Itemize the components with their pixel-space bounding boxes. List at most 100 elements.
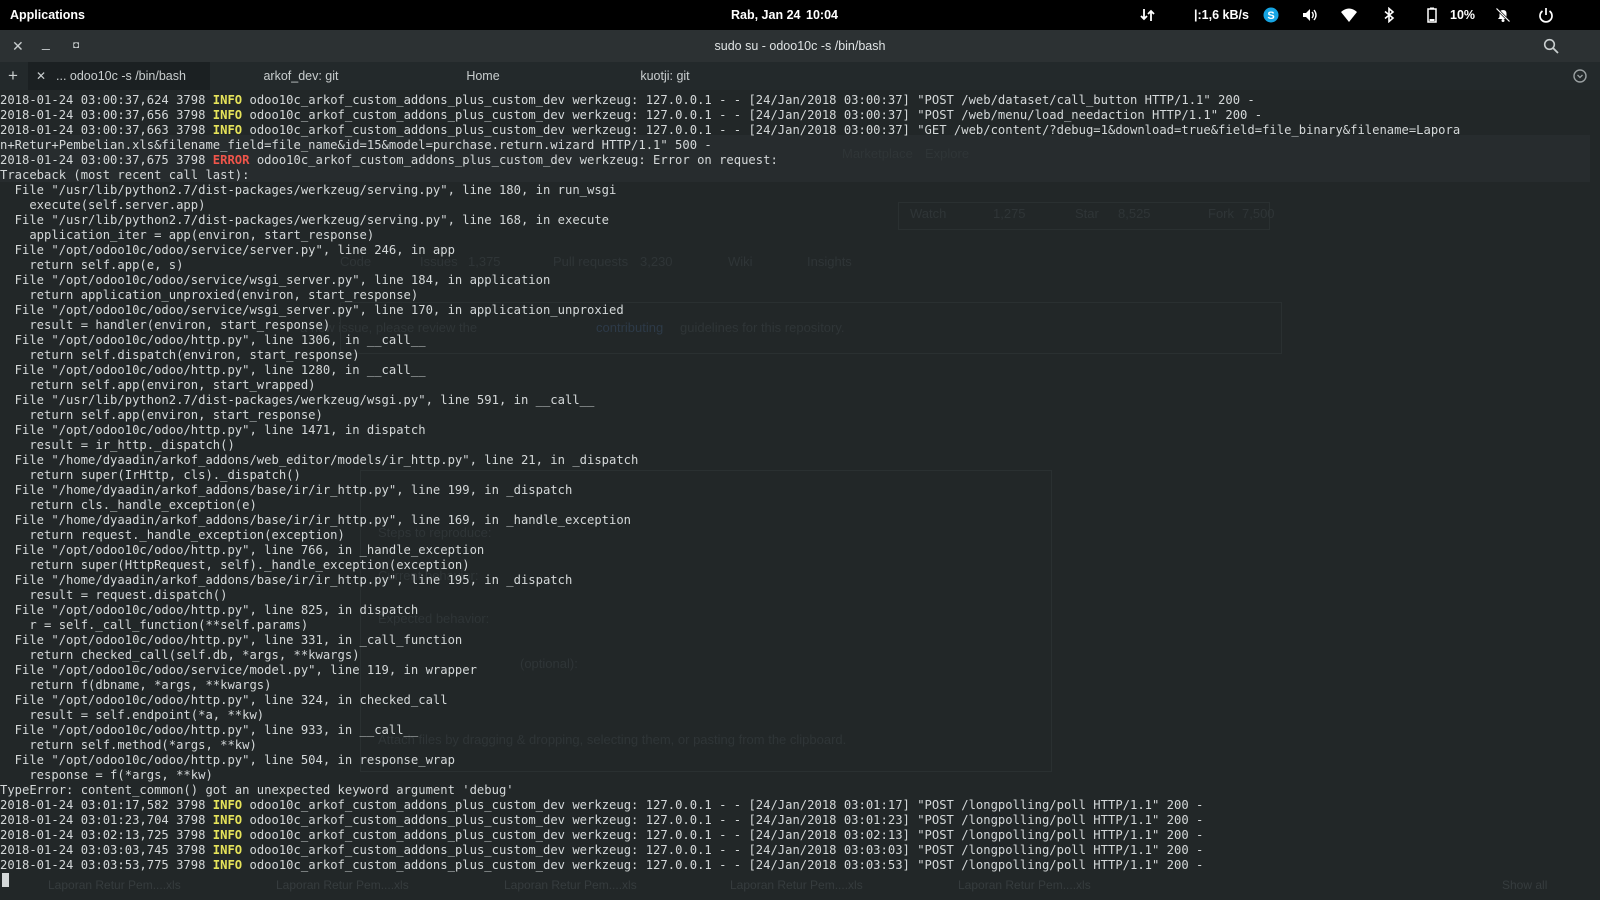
log-text: Traceback (most recent call last): [0, 168, 250, 182]
log-level: INFO [212, 828, 243, 842]
log-level: INFO [212, 123, 243, 137]
log-text: return request._handle_exception(excepti… [0, 528, 345, 542]
download-item: Laporan Retur Pem....xls [730, 878, 863, 892]
log-message: odoo10c_arkof_custom_addons_plus_custom_… [242, 108, 1263, 122]
log-text: File "/opt/odoo10c/odoo/http.py", line 1… [0, 363, 426, 377]
log-text: return application_unproxied(environ, st… [0, 288, 419, 302]
download-item: Laporan Retur Pem....xls [504, 878, 637, 892]
log-line: application_iter = app(environ, start_re… [0, 228, 1600, 243]
terminal-window-header: ✕ _ ◘ sudo su - odoo10c -s /bin/bash [0, 30, 1600, 62]
log-line: File "/opt/odoo10c/odoo/http.py", line 5… [0, 753, 1600, 768]
log-text: File "/opt/odoo10c/odoo/http.py", line 1… [0, 423, 426, 437]
tab-arkof-dev-git[interactable]: arkof_dev: git [210, 62, 392, 90]
log-text: File "/opt/odoo10c/odoo/service/wsgi_ser… [0, 273, 551, 287]
terminal-log: 2018-01-24 03:00:37,624 3798 INFO odoo10… [0, 93, 1600, 873]
network-speed: |:1,6 kB/s [1194, 8, 1249, 22]
log-line: File "/opt/odoo10c/odoo/http.py", line 1… [0, 363, 1600, 378]
log-line: File "/opt/odoo10c/odoo/http.py", line 3… [0, 693, 1600, 708]
log-line: return self.app(environ, start_wrapped) [0, 378, 1600, 393]
log-text: 2018-01-24 03:00:37,663 3798 [0, 123, 213, 137]
log-line: File "/home/dyaadin/arkof_addons/web_edi… [0, 453, 1600, 468]
log-line: return checked_call(self.db, *args, **kw… [0, 648, 1600, 663]
tab-odoo10c-bash[interactable]: ✕ ... odoo10c -s /bin/bash [28, 62, 210, 90]
battery-icon[interactable] [1424, 7, 1440, 23]
terminal-output-area[interactable]: Marketplace Explore Watch 1,275 Star 8,5… [0, 90, 1600, 900]
tab-label: arkof_dev: git [263, 69, 339, 83]
log-message: odoo10c_arkof_custom_addons_plus_custom_… [242, 123, 1461, 137]
log-line: File "/usr/lib/python2.7/dist-packages/w… [0, 393, 1600, 408]
log-message: odoo10c_arkof_custom_addons_plus_custom_… [242, 843, 1204, 857]
log-line: 2018-01-24 03:00:37,656 3798 INFO odoo10… [0, 108, 1600, 123]
notifications-off-icon[interactable] [1495, 7, 1511, 23]
log-text: File "/opt/odoo10c/odoo/http.py", line 5… [0, 753, 455, 767]
log-line: File "/home/dyaadin/arkof_addons/base/ir… [0, 513, 1600, 528]
log-line: File "/usr/lib/python2.7/dist-packages/w… [0, 183, 1600, 198]
log-level: INFO [212, 843, 243, 857]
log-text: File "/home/dyaadin/arkof_addons/base/ir… [0, 573, 573, 587]
power-icon[interactable] [1538, 7, 1554, 23]
log-level: INFO [212, 813, 243, 827]
log-line: 2018-01-24 03:00:37,675 3798 ERROR odoo1… [0, 153, 1600, 168]
tab-label: ... odoo10c -s /bin/bash [56, 69, 186, 83]
log-text: n+Retur+Pembelian.xls&filename_field=fil… [0, 138, 712, 152]
log-line: 2018-01-24 03:00:37,663 3798 INFO odoo10… [0, 123, 1600, 138]
log-text: 2018-01-24 03:01:23,704 3798 [0, 813, 213, 827]
log-line: File "/home/dyaadin/arkof_addons/base/ir… [0, 483, 1600, 498]
log-line: result = self.endpoint(*a, **kw) [0, 708, 1600, 723]
log-level: INFO [212, 108, 243, 122]
tab-home[interactable]: Home [392, 62, 574, 90]
log-text: 2018-01-24 03:01:17,582 3798 [0, 798, 213, 812]
log-text: result = self.endpoint(*a, **kw) [0, 708, 265, 722]
log-line: File "/opt/odoo10c/odoo/http.py", line 8… [0, 603, 1600, 618]
log-line: 2018-01-24 03:00:37,624 3798 INFO odoo10… [0, 93, 1600, 108]
log-line: TypeError: content_common() got an unexp… [0, 783, 1600, 798]
close-tab-icon[interactable]: ✕ [36, 62, 46, 90]
log-text: 2018-01-24 03:03:03,745 3798 [0, 843, 213, 857]
log-message: odoo10c_arkof_custom_addons_plus_custom_… [249, 153, 778, 167]
log-line: return cls._handle_exception(e) [0, 498, 1600, 513]
tab-overview-icon[interactable] [1572, 68, 1588, 84]
log-line: 2018-01-24 03:02:13,725 3798 INFO odoo10… [0, 828, 1600, 843]
clock[interactable]: 10:04 [806, 0, 838, 30]
log-line: File "/opt/odoo10c/odoo/service/server.p… [0, 243, 1600, 258]
log-text: execute(self.server.app) [0, 198, 206, 212]
new-tab-icon[interactable]: + [8, 62, 18, 90]
bluetooth-icon[interactable] [1381, 7, 1397, 23]
log-line: r = self._call_function(**self.params) [0, 618, 1600, 633]
wifi-icon[interactable] [1341, 7, 1357, 23]
log-level: INFO [212, 93, 243, 107]
search-icon[interactable] [1543, 38, 1559, 54]
log-line: File "/opt/odoo10c/odoo/http.py", line 9… [0, 723, 1600, 738]
network-transfer-icon[interactable] [1140, 7, 1156, 23]
volume-icon[interactable] [1302, 7, 1318, 23]
log-text: File "/opt/odoo10c/odoo/service/wsgi_ser… [0, 303, 624, 317]
log-text: return self.app(environ, start_wrapped) [0, 378, 316, 392]
terminal-tab-bar: + ✕ ... odoo10c -s /bin/bash arkof_dev: … [0, 62, 1600, 90]
log-line: result = handler(environ, start_response… [0, 318, 1600, 333]
log-text: File "/opt/odoo10c/odoo/http.py", line 1… [0, 333, 426, 347]
log-text: result = request.dispatch() [0, 588, 228, 602]
log-line: 2018-01-24 03:01:17,582 3798 INFO odoo10… [0, 798, 1600, 813]
log-text: return self.app(environ, start_response) [0, 408, 323, 422]
log-text: return super(IrHttp, cls)._dispatch() [0, 468, 301, 482]
log-text: response = f(*args, **kw) [0, 768, 213, 782]
log-text: File "/opt/odoo10c/odoo/http.py", line 7… [0, 543, 485, 557]
log-line: return self.app(e, s) [0, 258, 1600, 273]
log-text: File "/opt/odoo10c/odoo/http.py", line 8… [0, 603, 419, 617]
log-line: Traceback (most recent call last): [0, 168, 1600, 183]
log-message: odoo10c_arkof_custom_addons_plus_custom_… [242, 828, 1204, 842]
tab-kuotji-git[interactable]: kuotji: git [574, 62, 756, 90]
log-text: 2018-01-24 03:00:37,656 3798 [0, 108, 213, 122]
date-label[interactable]: Rab, Jan 24 [731, 0, 800, 30]
log-text: 2018-01-24 03:00:37,675 3798 [0, 153, 213, 167]
log-line: 2018-01-24 03:03:03,745 3798 INFO odoo10… [0, 843, 1600, 858]
log-text: return self.dispatch(environ, start_resp… [0, 348, 360, 362]
log-line: return self.app(environ, start_response) [0, 408, 1600, 423]
log-line: File "/opt/odoo10c/odoo/service/model.py… [0, 663, 1600, 678]
log-text: File "/opt/odoo10c/odoo/service/server.p… [0, 243, 455, 257]
log-text: File "/home/dyaadin/arkof_addons/base/ir… [0, 513, 632, 527]
skype-icon[interactable]: S [1263, 7, 1279, 23]
log-text: result = ir_http._dispatch() [0, 438, 235, 452]
log-text: File "/opt/odoo10c/odoo/http.py", line 9… [0, 723, 419, 737]
log-text: File "/opt/odoo10c/odoo/service/model.py… [0, 663, 477, 677]
